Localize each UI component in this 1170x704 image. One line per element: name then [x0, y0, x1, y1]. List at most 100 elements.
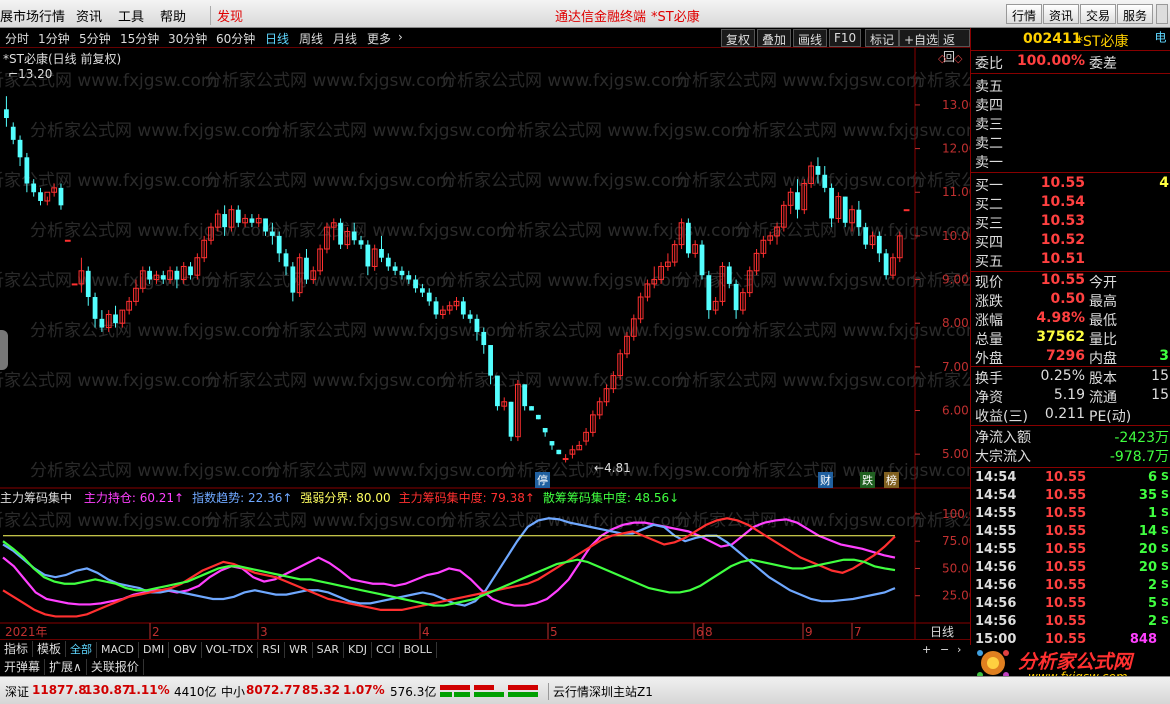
- quote-button[interactable]: 行情: [1006, 4, 1043, 24]
- period-weekly[interactable]: 周线: [299, 30, 323, 47]
- suspend-marker[interactable]: 停: [535, 472, 550, 488]
- tick-row[interactable]: 14:54 10.55 35 S: [973, 488, 1169, 506]
- indicator-tab[interactable]: 指标: [0, 641, 34, 657]
- left-pull-tab[interactable]: [0, 330, 8, 370]
- candle-body: [474, 318, 480, 332]
- sz-value[interactable]: 11877.8: [32, 683, 87, 697]
- service-button[interactable]: 服务: [1117, 4, 1154, 24]
- period-30min[interactable]: 30分钟: [168, 30, 207, 47]
- period-daily[interactable]: 日线: [265, 30, 289, 47]
- diamond-icon[interactable]: ◇: [938, 52, 946, 65]
- candle-body: [529, 406, 534, 411]
- chevron-right-icon[interactable]: ›: [398, 30, 403, 44]
- bid-price: 10.52: [1040, 232, 1085, 248]
- tick-price: 10.55: [1045, 488, 1087, 503]
- kline-chart-area[interactable]: 分析家公式网 www.fxjgsw.com 分析家公式网 www.fxjgsw.c…: [0, 48, 970, 639]
- candle: [4, 96, 9, 127]
- watermark-text: 分析家公式网 www.fxjgsw.com: [440, 371, 687, 391]
- candle: [556, 449, 562, 455]
- menu-discover[interactable]: 发现: [210, 6, 243, 25]
- mark-button[interactable]: 标记: [865, 29, 900, 47]
- xaxis-label: 4: [422, 625, 430, 639]
- period-15min[interactable]: 15分钟: [120, 30, 159, 47]
- extra-tab[interactable]: 开弹幕: [0, 659, 46, 675]
- indicator-tab[interactable]: 模板: [33, 641, 67, 657]
- chart-title: *ST必康(日线 前复权): [3, 52, 122, 66]
- high-price-label: ⌐13.20: [8, 67, 53, 81]
- candle-body: [113, 314, 118, 324]
- add-watchlist-button[interactable]: +自选: [899, 29, 944, 47]
- zoom-in-icon[interactable]: +: [922, 643, 931, 656]
- watermark-text: 分析家公式网 www.fxjgsw.com: [30, 121, 277, 141]
- period-60min[interactable]: 60分钟: [216, 30, 255, 47]
- period-5min[interactable]: 5分钟: [79, 30, 111, 47]
- server-status[interactable]: 云行情深圳主站Z1: [548, 683, 653, 700]
- menu-help[interactable]: 帮助: [160, 6, 186, 25]
- tick-row[interactable]: 14:56 10.55 2 S: [973, 578, 1169, 596]
- indicator-tab[interactable]: VOL-TDX: [202, 642, 259, 658]
- indicator-tab-bar: 指标 模板 全部 MACD DMI OBV VOL-TDX RSI WR SAR KDJ CCI BOL…: [0, 639, 970, 676]
- tick-direction: S: [1161, 560, 1169, 573]
- tick-row[interactable]: 14:55 10.55 14 S: [973, 524, 1169, 542]
- trade-button[interactable]: 交易: [1080, 4, 1117, 24]
- candle-body: [549, 441, 555, 446]
- side-tab[interactable]: 理电: [1152, 31, 1170, 50]
- quote-label-2: 最高: [1089, 294, 1117, 310]
- period-tick[interactable]: 分时: [5, 30, 29, 47]
- tick-row[interactable]: 14:56 10.55 5 S: [973, 596, 1169, 614]
- menu-tools[interactable]: 工具: [118, 6, 144, 25]
- overlay-button[interactable]: 叠加: [757, 29, 792, 47]
- period-1min[interactable]: 1分钟: [38, 30, 70, 47]
- adjust-button[interactable]: 复权: [721, 29, 756, 47]
- indicator-title[interactable]: 主力筹码集中: [0, 491, 72, 505]
- indicator-tab[interactable]: SAR: [313, 642, 345, 658]
- tick-row[interactable]: 14:55 10.55 20 S: [973, 542, 1169, 560]
- scroll-right-icon[interactable]: ›: [957, 643, 961, 656]
- info-button[interactable]: 资讯: [1043, 4, 1080, 24]
- quote-label: 现价: [975, 275, 1003, 291]
- extra-tab[interactable]: 关联报价: [87, 659, 144, 675]
- menu-news[interactable]: 资讯: [76, 6, 102, 25]
- indicator-tab[interactable]: WR: [285, 642, 313, 658]
- quote-row: 外盘 7296 内盘 3: [973, 348, 1169, 367]
- indicator-tab[interactable]: DMI: [139, 642, 170, 658]
- period-more[interactable]: 更多: [367, 30, 391, 47]
- drop-marker[interactable]: 跌: [860, 472, 875, 488]
- candle-body: [876, 235, 882, 254]
- watermark-text: 分析家公式网 www.fxjgsw.com: [265, 461, 512, 481]
- indicator-tab[interactable]: OBV: [169, 642, 202, 658]
- candle-body: [188, 266, 193, 276]
- indicator-tab[interactable]: KDJ: [344, 642, 372, 658]
- indicator-tab[interactable]: MACD: [97, 642, 140, 658]
- indicator-tab[interactable]: BOLL: [400, 642, 437, 658]
- menu-market[interactable]: 展市场行情: [0, 6, 65, 25]
- price-tick-label: 11.00: [942, 185, 970, 199]
- extra-tab[interactable]: 扩展∧: [45, 659, 87, 675]
- candle: [692, 240, 699, 258]
- zoom-out-icon[interactable]: −: [940, 643, 949, 656]
- candle: [508, 401, 514, 442]
- tick-row[interactable]: 14:56 10.55 2 S: [973, 614, 1169, 632]
- period-monthly[interactable]: 月线: [333, 30, 357, 47]
- finance-marker[interactable]: 财: [818, 472, 833, 488]
- indicator-tab[interactable]: CCI: [372, 642, 400, 658]
- f10-button[interactable]: F10: [829, 29, 862, 47]
- tick-row[interactable]: 14:55 10.55 1 S: [973, 506, 1169, 524]
- close-chart-icon[interactable]: ◇: [954, 52, 962, 65]
- window-scroll-icon[interactable]: [1156, 4, 1168, 24]
- draw-button[interactable]: 画线: [793, 29, 828, 47]
- candle-body: [556, 449, 562, 455]
- indicator-series: [2, 517, 896, 618]
- candle-body: [283, 253, 289, 267]
- indicator-tab[interactable]: 全部: [66, 642, 98, 658]
- tick-row[interactable]: 14:56 10.55 20 S: [973, 560, 1169, 578]
- back-button[interactable]: 返回: [938, 29, 970, 64]
- watermark-text: 分析家公式网 www.fxjgsw.com: [735, 121, 970, 141]
- candle: [699, 240, 705, 280]
- candle-body: [433, 301, 439, 315]
- rank-marker[interactable]: 榜: [884, 472, 899, 488]
- zx-value[interactable]: 8072.77: [246, 683, 301, 697]
- tick-row[interactable]: 14:54 10.55 6 S: [973, 470, 1169, 488]
- ask-label: 卖四: [975, 98, 1003, 114]
- indicator-tab[interactable]: RSI: [258, 642, 286, 658]
